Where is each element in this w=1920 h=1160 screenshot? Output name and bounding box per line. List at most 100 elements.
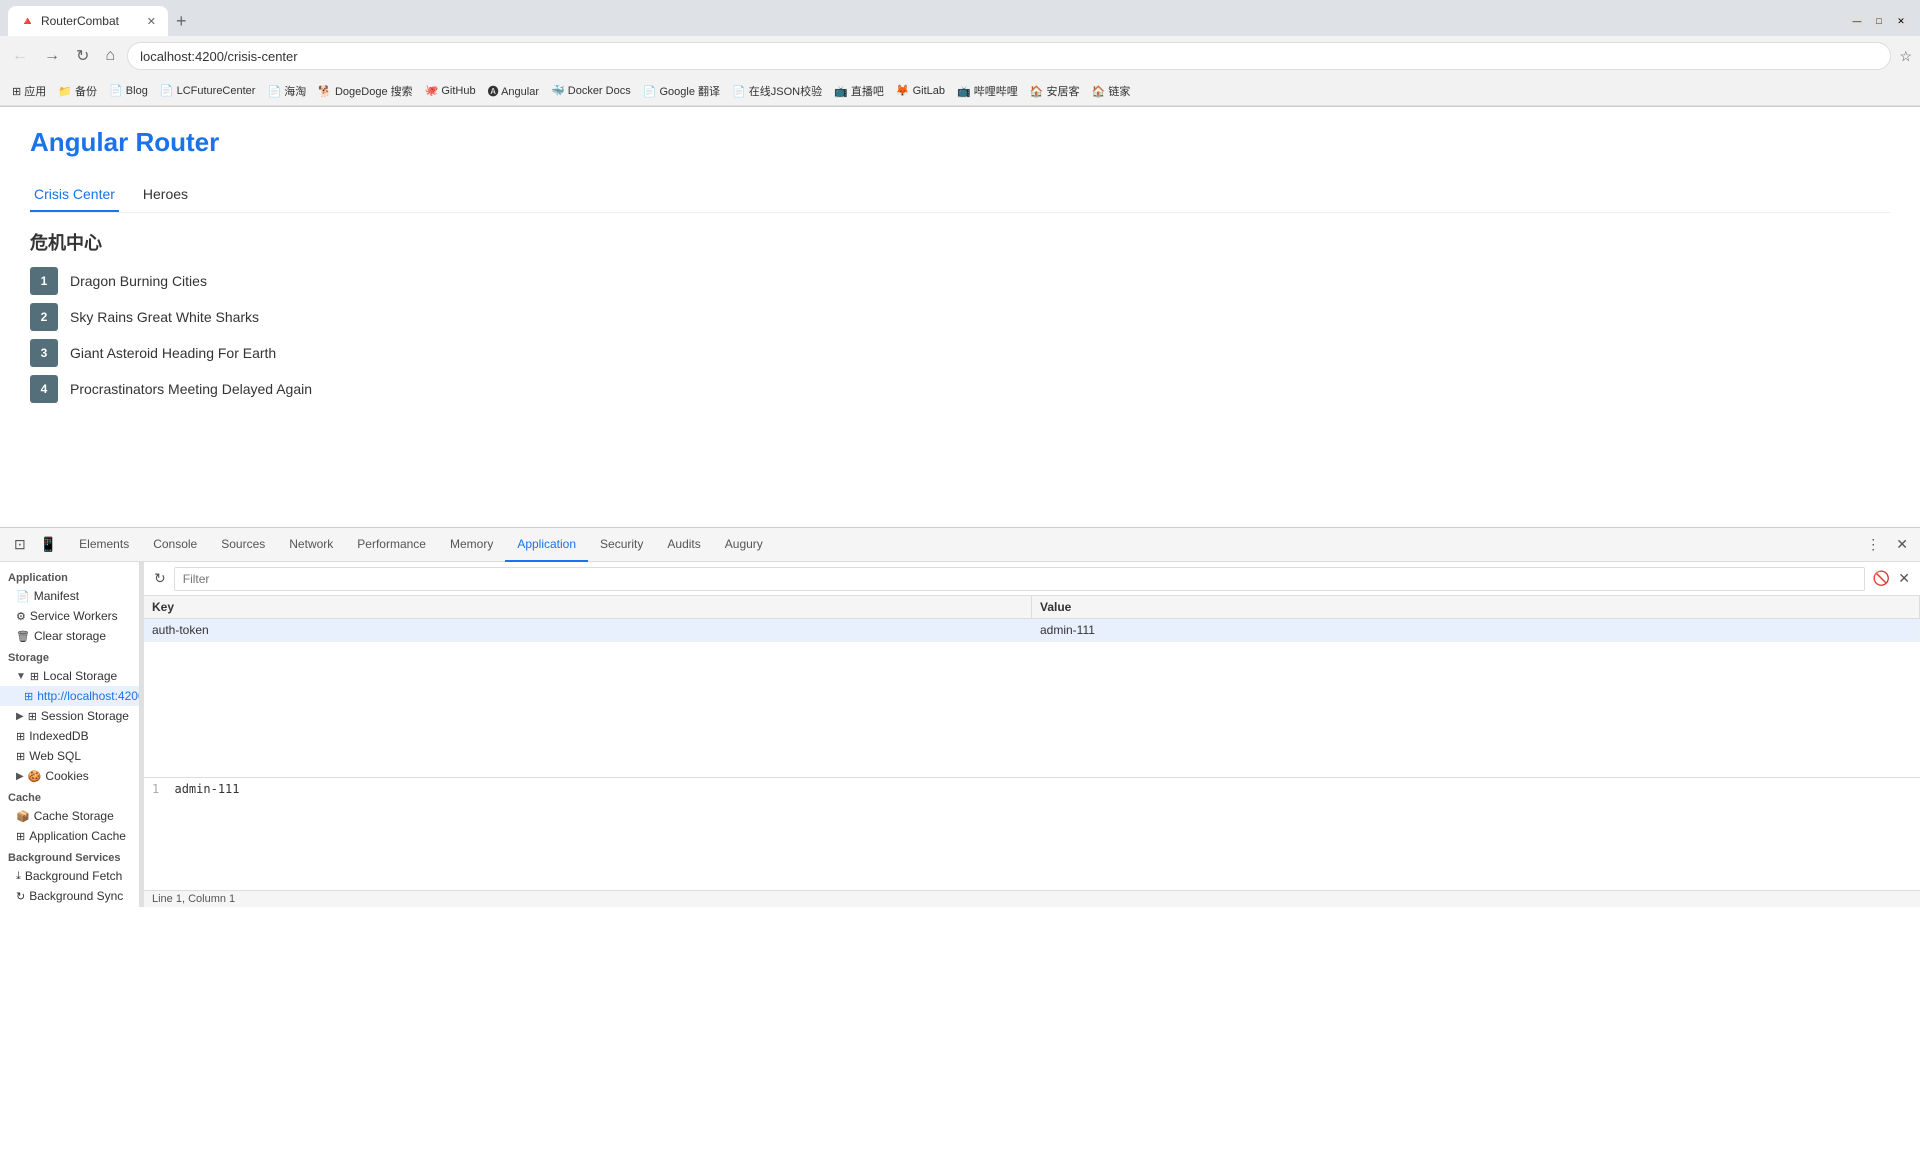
background-fetch-icon: ⤓ [16,870,21,883]
background-sync-icon: ↻ [16,890,25,903]
bookmark-lcfuture[interactable]: 📄 LCFutureCenter [156,82,260,99]
crisis-num-4: 4 [30,375,58,403]
devtools-panel: ⊡ 📱 Elements Console Sources Network Per… [0,527,1920,907]
nav-crisis-center[interactable]: Crisis Center [30,178,119,212]
sidebar-local-storage[interactable]: ▼ ⊞ Local Storage [0,666,139,686]
app-title: Angular Router [30,127,1890,158]
address-input[interactable] [127,42,1891,70]
tab-security[interactable]: Security [588,528,655,562]
new-tab-button[interactable]: + [168,11,195,32]
delete-selected-button[interactable]: 🚫 [1871,568,1892,589]
sidebar-indexeddb[interactable]: ⊞ IndexedDB [0,726,139,746]
sidebar-background-fetch[interactable]: ⤓ Background Fetch [0,866,139,886]
tab-application[interactable]: Application [505,528,588,562]
bookmark-star-icon[interactable]: ☆ [1899,48,1912,65]
session-storage-expand-icon: ▶ [16,711,24,722]
sidebar-background-sync-label: Background Sync [29,889,123,903]
tab-memory[interactable]: Memory [438,528,505,562]
sidebar-cache-storage-label: Cache Storage [34,809,114,823]
local-storage-icon: ⊞ [30,670,39,683]
cache-section-label: Cache [0,786,139,806]
bookmark-zhibo[interactable]: 📺 直播吧 [830,81,888,101]
bookmark-gitlab[interactable]: 🦊 GitLab [892,82,949,99]
sidebar-localhost-4200[interactable]: ⊞ http://localhost:4200 [0,686,139,706]
maximize-button[interactable]: □ [1872,14,1886,28]
bookmark-anjuke[interactable]: 🏠 安居客 [1026,81,1084,101]
devtools-icons: ⊡ 📱 [4,532,67,557]
tab-console[interactable]: Console [141,528,209,562]
cookies-expand-icon: ▶ [16,771,24,782]
refresh-button[interactable]: ↻ [152,568,168,589]
sidebar-application-cache[interactable]: ⊞ Application Cache [0,826,139,846]
tab-close-button[interactable]: ✕ [147,15,156,28]
service-worker-icon: ⚙ [16,610,26,623]
devtools-close-button[interactable]: ✕ [1888,532,1916,557]
sidebar-session-storage-label: Session Storage [41,709,129,723]
inspect-icon[interactable]: ⊡ [10,532,30,557]
device-icon[interactable]: 📱 [36,532,61,557]
preview-value: admin-111 [174,782,239,796]
storage-section-label: Storage [0,646,139,666]
crisis-item-1[interactable]: 1 Dragon Burning Cities [30,267,1890,295]
toolbar-right-icons: 🚫 ✕ [1871,568,1912,589]
bookmark-haitao[interactable]: 📄 海淘 [263,81,310,101]
bookmarks-bar: ⊞ 应用 📁 备份 📄 Blog 📄 LCFutureCenter 📄 海淘 🐕… [0,76,1920,106]
tab-sources[interactable]: Sources [209,528,277,562]
sidebar-cookies-label: Cookies [45,769,88,783]
cookies-icon: 🍪 [28,770,42,783]
tab-performance[interactable]: Performance [345,528,438,562]
bookmark-github[interactable]: 🐙 GitHub [421,82,480,99]
crisis-text-4: Procrastinators Meeting Delayed Again [70,381,312,397]
crisis-item-3[interactable]: 3 Giant Asteroid Heading For Earth [30,339,1890,367]
sidebar-manifest[interactable]: 📄 Manifest [0,586,139,606]
clear-all-button[interactable]: ✕ [1896,568,1912,589]
devtools-main-panel: ↻ 🚫 ✕ Key Value auth-token admin-111 [144,562,1920,907]
bookmark-bilibili[interactable]: 📺 哔哩哔哩 [953,81,1022,101]
tab-elements[interactable]: Elements [67,528,141,562]
tab-augury[interactable]: Augury [713,528,775,562]
sidebar-manifest-label: Manifest [34,589,79,603]
close-window-button[interactable]: ✕ [1894,14,1908,28]
sidebar-service-workers[interactable]: ⚙ Service Workers [0,606,139,626]
bookmark-lianjia[interactable]: 🏠 链家 [1088,81,1135,101]
minimize-button[interactable]: — [1850,14,1864,28]
back-button[interactable]: ← [8,45,32,67]
browser-chrome: 🔺 RouterCombat ✕ + — □ ✕ ← → ↻ ⌂ ☆ ⊞ 应用 … [0,0,1920,107]
sidebar-background-sync[interactable]: ↻ Background Sync [0,886,139,906]
sidebar-indexeddb-label: IndexedDB [29,729,88,743]
devtools-tab-bar: ⊡ 📱 Elements Console Sources Network Per… [0,528,1920,562]
reload-button[interactable]: ↻ [72,44,93,68]
bookmark-translate[interactable]: 📄 Google 翻译 [639,81,724,101]
nav-heroes[interactable]: Heroes [139,178,192,212]
filter-input[interactable] [174,567,1865,591]
tab-title: RouterCombat [41,14,141,28]
bookmark-docker[interactable]: 🐳 Docker Docs [547,82,635,99]
bookmark-blog[interactable]: 📄 Blog [105,82,152,99]
tab-network[interactable]: Network [277,528,345,562]
sidebar-clear-storage-label: Clear storage [34,629,106,643]
storage-key-auth-token: auth-token [144,619,1032,641]
clear-storage-icon: 🗑 [16,630,30,643]
sidebar-web-sql[interactable]: ⊞ Web SQL [0,746,139,766]
devtools-more-icon[interactable]: ⋮ [1858,532,1888,557]
active-tab[interactable]: 🔺 RouterCombat ✕ [8,6,168,36]
tab-audits[interactable]: Audits [655,528,712,562]
storage-row-auth-token[interactable]: auth-token admin-111 [144,619,1920,642]
sidebar-notifications[interactable]: 🔔 Notifications [0,906,139,907]
crisis-item-4[interactable]: 4 Procrastinators Meeting Delayed Again [30,375,1890,403]
bookmark-apps[interactable]: ⊞ 应用 [8,81,50,101]
sidebar-cache-storage[interactable]: 📦 Cache Storage [0,806,139,826]
sidebar-session-storage[interactable]: ▶ ⊞ Session Storage [0,706,139,726]
bookmark-dogedoge[interactable]: 🐕 DogeDoge 搜索 [314,81,416,101]
crisis-item-2[interactable]: 2 Sky Rains Great White Sharks [30,303,1890,331]
bookmark-json[interactable]: 📄 在线JSON校验 [728,81,826,101]
application-cache-icon: ⊞ [16,830,25,843]
sidebar-cookies[interactable]: ▶ 🍪 Cookies [0,766,139,786]
home-button[interactable]: ⌂ [101,45,119,67]
forward-button[interactable]: → [40,45,64,67]
bookmark-angular[interactable]: 🅐 Angular [484,81,543,101]
bookmark-backup[interactable]: 📁 备份 [54,81,101,101]
storage-table-header: Key Value [144,596,1920,619]
line-number: 1 [152,782,159,796]
sidebar-clear-storage[interactable]: 🗑 Clear storage [0,626,139,646]
